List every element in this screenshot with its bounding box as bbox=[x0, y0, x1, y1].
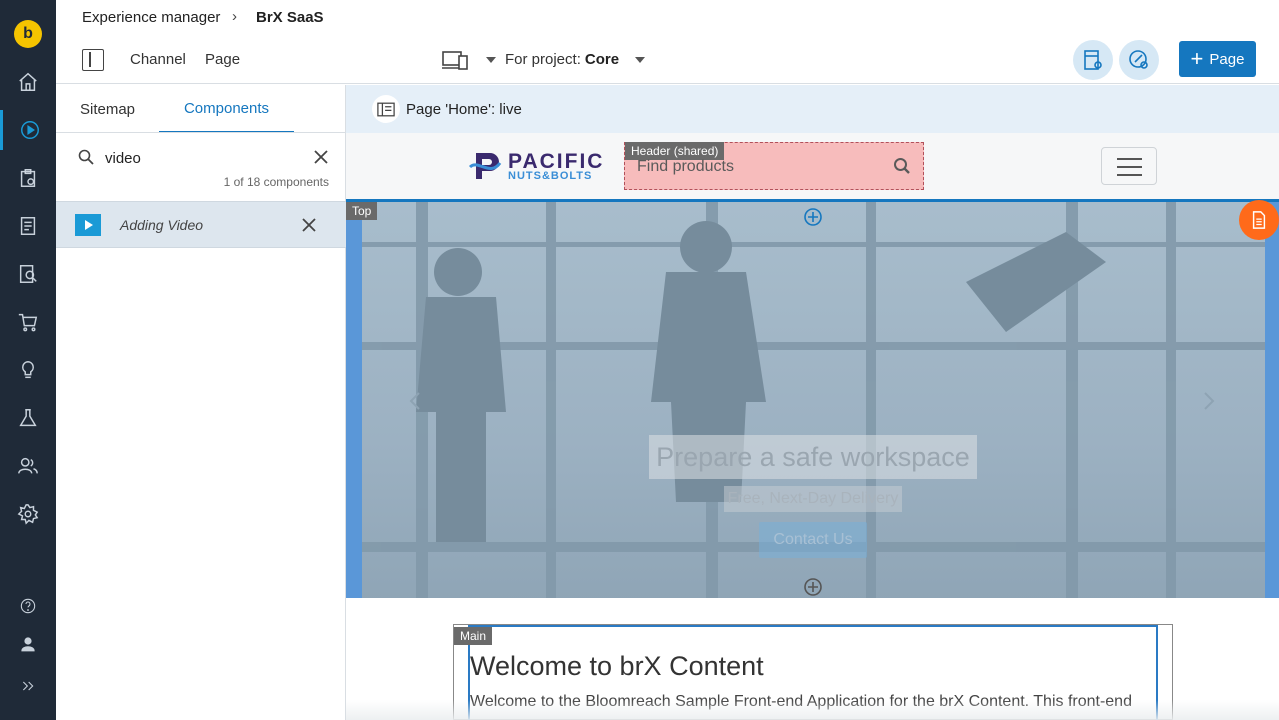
commerce-icon[interactable] bbox=[0, 302, 56, 342]
add-page-label: Page bbox=[1209, 50, 1245, 68]
chevron-right-icon: › bbox=[232, 8, 237, 25]
channel-toolbar: Channel Page For project: Core + Page bbox=[56, 36, 1279, 84]
edit-eye-icon bbox=[1129, 50, 1148, 69]
site-header: PACIFIC NUTS&BOLTS Header (shared) Find … bbox=[346, 133, 1279, 199]
project-prefix: For project: bbox=[505, 51, 581, 68]
add-component-bottom-icon[interactable] bbox=[803, 577, 823, 597]
edit-mode-button[interactable] bbox=[1119, 40, 1159, 80]
tab-sitemap[interactable]: Sitemap bbox=[56, 85, 159, 133]
hamburger-line bbox=[1117, 166, 1142, 168]
page-document-button[interactable] bbox=[1239, 200, 1279, 240]
project-dropdown-icon[interactable] bbox=[635, 57, 645, 63]
component-search-input[interactable]: video bbox=[105, 150, 141, 167]
audiences-icon[interactable] bbox=[0, 446, 56, 486]
preview-mode-button[interactable] bbox=[1073, 40, 1113, 80]
clear-search-icon[interactable] bbox=[312, 148, 330, 166]
search-icon bbox=[78, 149, 94, 165]
page-info-icon[interactable] bbox=[372, 95, 400, 123]
menu-button[interactable] bbox=[1101, 147, 1157, 185]
hero-banner[interactable]: Top Prepare a safe workspace Free, Next-… bbox=[346, 199, 1279, 598]
carousel-prev-icon[interactable] bbox=[408, 391, 422, 411]
page-status-bar: Page 'Home': live bbox=[346, 85, 1279, 133]
product-search-input[interactable]: Find products bbox=[637, 158, 734, 176]
top-header: Experience manager › BrX SaaS bbox=[56, 0, 1279, 36]
settings-icon[interactable] bbox=[0, 494, 56, 534]
main-title: Welcome to brX Content bbox=[470, 651, 764, 681]
list-item[interactable]: Adding Video bbox=[56, 201, 346, 248]
main-container-tag: Main bbox=[454, 627, 493, 645]
contact-us-button[interactable]: Contact Us bbox=[759, 522, 867, 558]
left-nav-rail: b bbox=[0, 0, 56, 720]
carousel-next-icon[interactable] bbox=[1202, 391, 1216, 411]
component-label: Adding Video bbox=[120, 217, 204, 233]
result-count: 1 of 18 components bbox=[223, 175, 329, 189]
search-icon[interactable] bbox=[893, 157, 911, 175]
container-edge-left bbox=[346, 202, 362, 598]
hamburger-line bbox=[1117, 158, 1142, 160]
page-preview-icon bbox=[1084, 50, 1102, 70]
breadcrumb-current: BrX SaaS bbox=[256, 9, 324, 26]
container-edge-right bbox=[1265, 202, 1279, 598]
project-name: Core bbox=[584, 51, 620, 68]
pacific-logo-icon bbox=[468, 153, 502, 179]
user-icon[interactable] bbox=[0, 624, 56, 664]
bloomreach-logo-icon[interactable]: b bbox=[14, 20, 42, 48]
top-container-tag: Top bbox=[346, 202, 378, 220]
hamburger-line bbox=[1117, 174, 1142, 176]
logo-word-secondary: NUTS&BOLTS bbox=[508, 170, 593, 182]
add-page-button[interactable]: + Page bbox=[1179, 41, 1256, 77]
header-search-container[interactable]: Header (shared) Find products bbox=[624, 142, 924, 190]
close-icon[interactable] bbox=[300, 216, 318, 234]
experience-manager-icon[interactable] bbox=[0, 110, 56, 150]
search-content-icon[interactable] bbox=[0, 254, 56, 294]
help-icon[interactable] bbox=[0, 586, 56, 626]
tabs-divider bbox=[56, 132, 346, 133]
device-preview-icon[interactable] bbox=[442, 49, 468, 71]
expand-icon[interactable] bbox=[0, 666, 56, 706]
projects-icon[interactable] bbox=[0, 158, 56, 198]
video-component-icon bbox=[75, 214, 101, 236]
plus-icon: + bbox=[1190, 46, 1204, 71]
content-icon[interactable] bbox=[0, 206, 56, 246]
hero-subtitle: Free, Next-Day Delivery bbox=[724, 486, 902, 512]
page-status-title: Page 'Home': live bbox=[406, 101, 522, 118]
add-component-top-icon[interactable] bbox=[803, 207, 823, 227]
page-preview: Page 'Home': live PACIFIC NUTS&BOLTS Hea… bbox=[346, 85, 1279, 720]
components-panel: Sitemap Components video 1 of 18 compone… bbox=[56, 85, 346, 720]
hero-headline: Prepare a safe workspace bbox=[649, 435, 977, 479]
page-menu[interactable]: Page bbox=[205, 51, 240, 68]
channel-menu[interactable]: Channel bbox=[130, 51, 186, 68]
toggle-sidebar-icon[interactable] bbox=[82, 49, 104, 71]
device-dropdown-icon[interactable] bbox=[486, 57, 496, 63]
project-selector[interactable]: For project: Core bbox=[505, 51, 619, 68]
breadcrumb-root[interactable]: Experience manager bbox=[82, 9, 220, 26]
home-icon[interactable] bbox=[0, 62, 56, 102]
tab-components[interactable]: Components bbox=[159, 85, 294, 133]
experiments-icon[interactable] bbox=[0, 398, 56, 438]
site-logo[interactable]: PACIFIC NUTS&BOLTS bbox=[468, 149, 610, 183]
insights-icon[interactable] bbox=[0, 350, 56, 390]
preview-fade bbox=[346, 700, 1279, 720]
document-icon bbox=[1252, 211, 1266, 229]
